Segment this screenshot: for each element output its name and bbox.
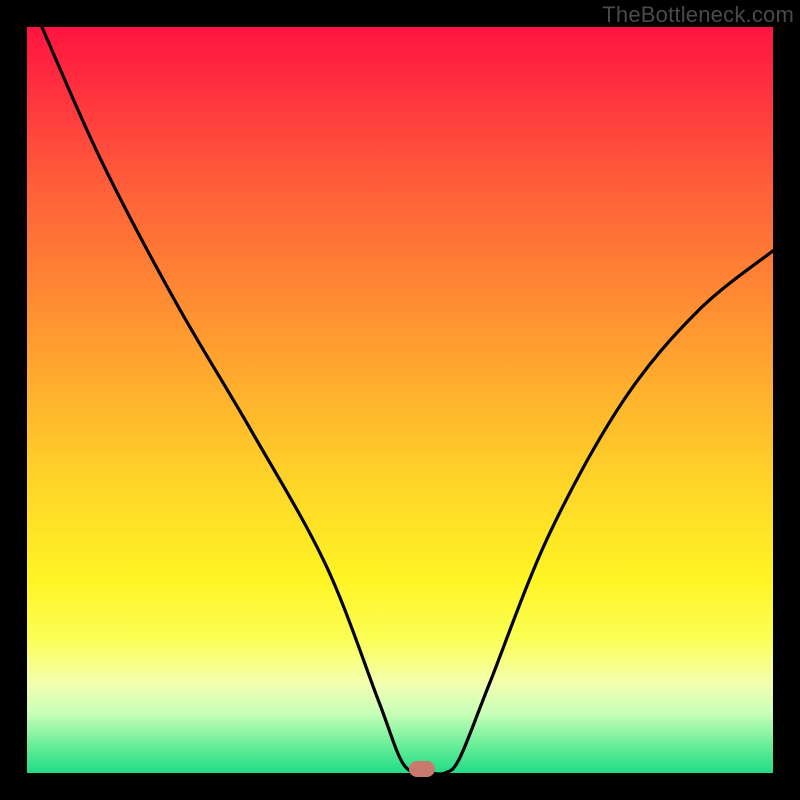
watermark-text: TheBottleneck.com bbox=[602, 2, 794, 28]
chart-frame: TheBottleneck.com bbox=[0, 0, 800, 800]
optimum-marker bbox=[409, 761, 435, 777]
bottleneck-curve bbox=[0, 0, 800, 800]
